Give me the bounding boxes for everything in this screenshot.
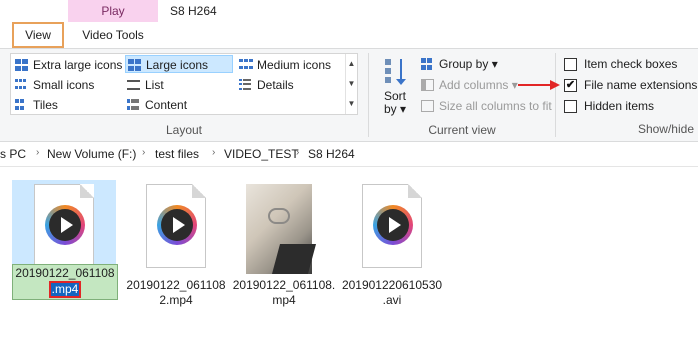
breadcrumb-separator-icon[interactable]: › (36, 147, 39, 158)
medium-icons-icon (239, 59, 253, 71)
gallery-expand-icon[interactable]: ▼ (346, 94, 357, 114)
window-title: S8 H264 (170, 4, 217, 18)
file-name: 20190122_061108 2.mp4 (126, 278, 226, 307)
layout-small-icons[interactable]: Small icons (13, 76, 123, 94)
layout-item-label: Small icons (33, 78, 95, 92)
layout-content[interactable]: Content (125, 96, 233, 114)
layout-details[interactable]: Details (237, 76, 345, 94)
hidden-items-checkbox[interactable] (564, 100, 577, 113)
content-icon (127, 99, 140, 111)
show-hide-group-label: Show/hide (637, 122, 694, 136)
layout-medium-icons[interactable]: Medium icons (237, 56, 345, 74)
breadcrumb-item[interactable]: s PC (0, 147, 26, 161)
file-name-extensions-checkbox[interactable]: ✔ (564, 79, 577, 92)
video-file-icon (34, 184, 94, 268)
breadcrumb-item[interactable]: test files (155, 147, 199, 161)
layout-item-label: Extra large icons (33, 58, 123, 72)
extra-large-icons-icon (15, 59, 28, 71)
item-check-boxes-checkbox[interactable] (564, 58, 577, 71)
file-name-line: .mp4 (13, 281, 117, 298)
file-thumbnail (124, 180, 228, 274)
layout-item-label: Details (257, 78, 294, 92)
layout-gallery-scroll: ▲ ▼ ▼ (345, 54, 357, 114)
group-by-button[interactable]: Group by ▾ (421, 55, 498, 73)
layout-item-label: Content (145, 98, 188, 112)
photo-thumbnail (246, 184, 317, 274)
video-file-icon (146, 184, 206, 268)
group-by-label: Group by (439, 57, 489, 71)
add-columns-icon (421, 79, 434, 91)
current-view-group-label: Current view (428, 123, 496, 137)
video-file-icon (362, 184, 422, 268)
file-name: 20190122_061108. mp4 (232, 278, 336, 307)
file-item[interactable]: 201901220610530 .avi (340, 180, 444, 330)
layout-extra-large-icons[interactable]: Extra large icons (13, 56, 123, 74)
add-columns-button[interactable]: Add columns ▾ (421, 76, 518, 94)
layout-list[interactable]: List (125, 76, 233, 94)
tiles-icon (15, 99, 28, 111)
breadcrumb-separator-icon[interactable]: › (142, 147, 145, 158)
size-columns-icon (421, 100, 434, 112)
layout-item-label: Tiles (33, 98, 58, 112)
size-all-columns-button[interactable]: Size all columns to fit (421, 97, 552, 115)
size-all-label: Size all columns to fit (439, 99, 552, 113)
item-check-boxes-label: Item check boxes (584, 57, 678, 71)
breadcrumb: s PC › New Volume (F:) › test files › VI… (0, 143, 698, 167)
group-by-icon (421, 58, 434, 70)
sort-by-button[interactable]: Sort by ▾ (378, 57, 412, 119)
rename-field[interactable]: 20190122_061108 .mp4 (12, 264, 118, 300)
file-item[interactable] (12, 180, 116, 330)
file-thumbnail (340, 180, 444, 274)
file-thumbnail (12, 180, 116, 274)
layout-group-label: Layout (165, 123, 203, 137)
scroll-down-icon[interactable]: ▼ (346, 74, 357, 94)
ribbon: Extra large icons Large icons Medium ico… (0, 48, 698, 142)
file-name-line: 20190122_061108 (15, 266, 115, 280)
breadcrumb-separator-icon[interactable]: › (296, 147, 299, 158)
ribbon-tab-bar: Play S8 H264 View Video Tools (0, 0, 698, 48)
file-item[interactable]: 20190122_061108 2.mp4 (124, 180, 228, 330)
sort-by-icon (385, 59, 406, 85)
file-name: 201901220610530 .avi (341, 278, 443, 307)
breadcrumb-separator-icon[interactable]: › (212, 147, 215, 158)
layout-item-label: Medium icons (257, 58, 332, 72)
file-name-extensions-option[interactable]: ✔ File name extensions (564, 76, 697, 94)
file-list: 20190122_061108 .mp4 20190122_061108 2.m… (0, 168, 698, 344)
chevron-down-icon: ▾ (491, 57, 498, 71)
list-icon (127, 80, 140, 90)
file-name-extensions-label: File name extensions (584, 78, 698, 92)
extension-selection[interactable]: .mp4 (48, 281, 82, 298)
layout-item-label: Large icons (146, 58, 209, 72)
layout-gallery: Extra large icons Large icons Medium ico… (10, 53, 358, 115)
layout-item-label: List (145, 78, 164, 92)
breadcrumb-item[interactable]: S8 H264 (308, 147, 355, 161)
hidden-items-label: Hidden items (584, 99, 655, 113)
sort-by-label-2: by ▾ (383, 102, 407, 116)
tab-video-tools[interactable]: Video Tools (70, 24, 156, 46)
layout-tiles[interactable]: Tiles (13, 96, 123, 114)
play-context-tab[interactable]: Play (68, 0, 158, 22)
breadcrumb-item[interactable]: New Volume (F:) (47, 147, 136, 161)
layout-group: Extra large icons Large icons Medium ico… (0, 49, 368, 142)
add-columns-label: Add columns (439, 78, 509, 92)
layout-large-icons[interactable]: Large icons (125, 55, 233, 73)
hidden-items-option[interactable]: Hidden items (564, 97, 654, 115)
annotation-arrow-icon (518, 80, 560, 90)
small-icons-icon (15, 79, 28, 91)
item-check-boxes-option[interactable]: Item check boxes (564, 55, 677, 73)
large-icons-icon (128, 59, 141, 71)
breadcrumb-item[interactable]: VIDEO_TEST (224, 147, 299, 161)
details-icon (239, 79, 252, 91)
scroll-up-icon[interactable]: ▲ (346, 54, 357, 74)
file-item[interactable]: 20190122_061108. mp4 (232, 180, 336, 330)
current-view-group: Sort by ▾ Group by ▾ Add columns ▾ Size … (369, 49, 555, 142)
tab-view[interactable]: View (12, 22, 64, 48)
file-thumbnail (232, 180, 336, 274)
